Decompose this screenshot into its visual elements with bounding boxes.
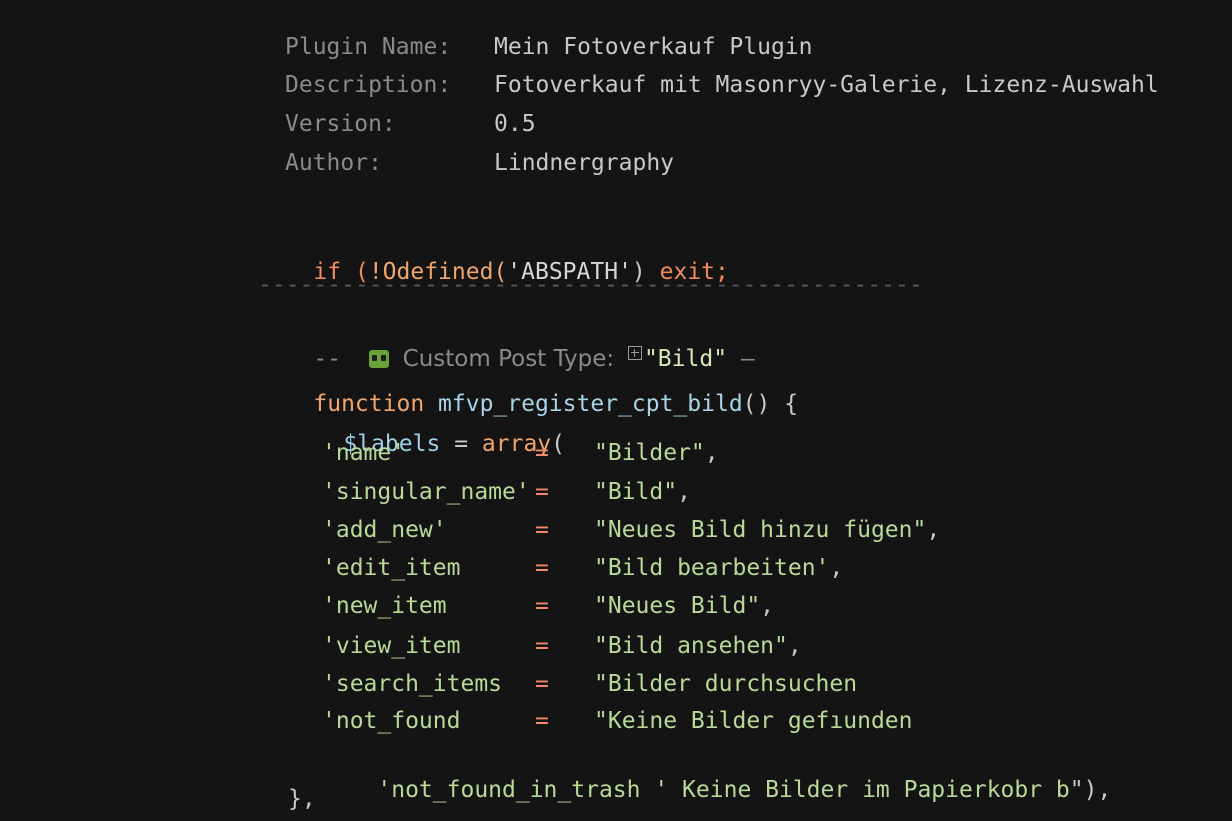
header-row-author: Author: Lindnergraphy [285, 148, 1185, 178]
label-value: "Keine Bilder gefıunden [594, 708, 913, 734]
label-value: ' Keine Bilder im Papierkobr b [654, 777, 1070, 803]
separator-comment: ----------------------------------------… [258, 272, 923, 298]
label-op: = [535, 479, 549, 505]
label-entry: 'not_found = "Keine Bilder gefıunden [322, 706, 1122, 736]
box-plus-icon [627, 346, 642, 360]
label-op: = [535, 440, 549, 466]
label-value: "Bild", [594, 479, 691, 505]
label-entry: 'singular_name' = "Bild", [322, 477, 1122, 507]
header-value: Mein Fotoverkauf Plugin [494, 34, 813, 60]
header-row-version: Version: 0.5 [285, 109, 1185, 139]
header-key: Author: [285, 150, 382, 176]
section-comment-line: -- Custom Post Type: "Bild" – [258, 314, 958, 372]
header-key: Description: [285, 72, 452, 98]
label-key: 'name' [322, 440, 406, 466]
function-declaration: function mfvp_register_cpt_bild() { [258, 359, 958, 417]
label-op: = [535, 593, 549, 619]
code-editor[interactable]: Plugin Name: Mein Fotoverkauf Plugin Des… [0, 0, 1232, 821]
header-value: Fotoverkauf mit Masonryy-Galerie, Lizenz… [494, 72, 1159, 98]
label-key: 'add_new' [322, 517, 447, 543]
header-value: 0.5 [494, 111, 536, 137]
label-value: "Neues Bild", [594, 593, 775, 619]
label-entry: 'name' = "Bilder", [322, 438, 1122, 468]
label-key: 'singular_name' [322, 479, 530, 505]
label-value: "Neues Bild hinzu fügen", [594, 517, 941, 543]
label-op: = [535, 517, 549, 543]
labels-assignment: $labels = array( [288, 399, 988, 457]
label-tail: "), [1069, 777, 1112, 803]
label-key: 'search_items [322, 671, 503, 697]
header-key: Version: [285, 111, 396, 137]
label-key: 'new_item [322, 593, 447, 619]
label-entry: 'edit_item = "Bild bearbeiten', [322, 553, 1122, 583]
header-value: Lindnergraphy [494, 150, 675, 176]
label-entry: 'new_item = "Neues Bild", [322, 591, 1122, 621]
label-op: = [535, 671, 549, 697]
label-key: 'not_found [322, 708, 461, 734]
label-entry-trash: 'not_found_in_trash ' Keine Bilder im Pa… [322, 745, 1122, 803]
label-key: 'edit_item [322, 555, 461, 581]
label-key: 'view_item [322, 633, 461, 659]
label-op: = [535, 633, 549, 659]
label-entry: 'search_items = "Bilder durchsuchen [322, 669, 1122, 699]
label-op: = [535, 708, 549, 734]
label-value: "Bilder", [594, 440, 719, 466]
label-value: "Bilder durchsuchen [594, 671, 858, 697]
label-op: = [535, 555, 549, 581]
label-entry: 'add_new' = "Neues Bild hinzu fügen", [322, 515, 1122, 545]
abspath-guard-line: if (!Odefined('ABSPATH') exit; [258, 227, 958, 285]
header-row-plugin-name: Plugin Name: Mein Fotoverkauf Plugin [285, 32, 1185, 62]
header-row-description: Description: Fotoverkauf mit Masonryy-Ga… [285, 70, 1185, 100]
array-closing: }, [288, 786, 316, 812]
label-value: "Bild bearbeiten', [594, 555, 844, 581]
header-key: Plugin Name: [285, 34, 452, 60]
label-value: "Bild ansehen", [594, 633, 802, 659]
label-entry: 'view_item = "Bild ansehen", [322, 631, 1122, 661]
